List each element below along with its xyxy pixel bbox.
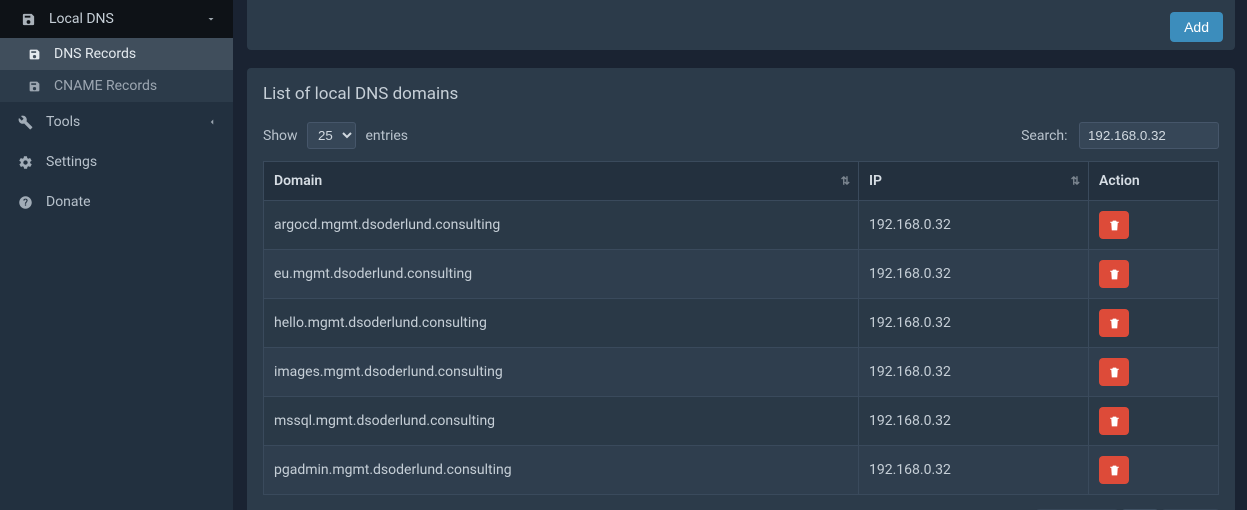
cell-ip: 192.168.0.32 (859, 299, 1089, 348)
sidebar-local-dns-label: Local DNS (49, 11, 205, 27)
search-label: Search: (1021, 128, 1067, 144)
cell-ip: 192.168.0.32 (859, 397, 1089, 446)
sidebar-subitem-label: CNAME Records (54, 78, 157, 94)
cell-domain: eu.mgmt.dsoderlund.consulting (264, 250, 859, 299)
trash-icon (1108, 268, 1121, 281)
cell-action (1089, 348, 1219, 397)
col-header-action-label: Action (1099, 173, 1140, 189)
save-icon (19, 12, 37, 27)
sidebar-donate-label: Donate (46, 194, 217, 210)
col-header-domain-label: Domain (274, 173, 322, 189)
cell-domain: pgadmin.mgmt.dsoderlund.consulting (264, 446, 859, 495)
cell-action (1089, 250, 1219, 299)
trash-icon (1108, 317, 1121, 330)
cell-domain: mssql.mgmt.dsoderlund.consulting (264, 397, 859, 446)
delete-button[interactable] (1099, 407, 1129, 435)
delete-button[interactable] (1099, 309, 1129, 337)
search-input[interactable] (1079, 122, 1219, 149)
length-control: Show 25 entries (263, 122, 408, 149)
save-icon (28, 80, 44, 93)
trash-icon (1108, 366, 1121, 379)
donate-icon (16, 195, 34, 210)
sidebar: Local DNS DNS Records CNAME Records Tool… (0, 0, 233, 510)
top-toolbar-card: Add (247, 0, 1235, 50)
trash-icon (1108, 415, 1121, 428)
chevron-left-icon (207, 117, 217, 127)
sort-icon: ⇅ (841, 175, 850, 188)
table-row: eu.mgmt.dsoderlund.consulting192.168.0.3… (264, 250, 1219, 299)
delete-button[interactable] (1099, 260, 1129, 288)
tools-icon (16, 115, 34, 130)
cell-domain: hello.mgmt.dsoderlund.consulting (264, 299, 859, 348)
save-icon (28, 48, 44, 61)
table-controls: Show 25 entries Search: (263, 122, 1219, 149)
dns-list-card: List of local DNS domains Show 25 entrie… (247, 68, 1235, 510)
sidebar-item-settings[interactable]: Settings (0, 142, 233, 182)
dns-table: Domain ⇅ IP ⇅ Action argocd.mgmt.dsoderl… (263, 161, 1219, 495)
sidebar-tools-label: Tools (46, 114, 207, 130)
sidebar-subitem-label: DNS Records (54, 46, 136, 62)
delete-button[interactable] (1099, 211, 1129, 239)
show-suffix: entries (366, 128, 409, 144)
sidebar-submenu-local-dns: DNS Records CNAME Records (0, 38, 233, 102)
add-button[interactable]: Add (1170, 12, 1223, 42)
sidebar-subitem-cname-records[interactable]: CNAME Records (0, 70, 233, 102)
sort-icon: ⇅ (1071, 175, 1080, 188)
gear-icon (16, 155, 34, 170)
search-control: Search: (1021, 122, 1219, 149)
table-row: hello.mgmt.dsoderlund.consulting192.168.… (264, 299, 1219, 348)
table-row: pgadmin.mgmt.dsoderlund.consulting192.16… (264, 446, 1219, 495)
table-row: argocd.mgmt.dsoderlund.consulting192.168… (264, 201, 1219, 250)
cell-action (1089, 201, 1219, 250)
cell-action (1089, 446, 1219, 495)
delete-button[interactable] (1099, 456, 1129, 484)
cell-action (1089, 397, 1219, 446)
chevron-down-icon (205, 13, 217, 25)
col-header-action: Action (1089, 162, 1219, 201)
cell-ip: 192.168.0.32 (859, 250, 1089, 299)
cell-domain: images.mgmt.dsoderlund.consulting (264, 348, 859, 397)
cell-ip: 192.168.0.32 (859, 446, 1089, 495)
table-row: mssql.mgmt.dsoderlund.consulting192.168.… (264, 397, 1219, 446)
sidebar-item-local-dns[interactable]: Local DNS (0, 0, 233, 38)
col-header-domain[interactable]: Domain ⇅ (264, 162, 859, 201)
sidebar-item-tools[interactable]: Tools (0, 102, 233, 142)
col-header-ip-label: IP (869, 173, 882, 189)
sidebar-settings-label: Settings (46, 154, 217, 170)
trash-icon (1108, 464, 1121, 477)
cell-action (1089, 299, 1219, 348)
entries-select[interactable]: 25 (307, 122, 356, 149)
card-title: List of local DNS domains (263, 84, 1219, 104)
sidebar-subitem-dns-records[interactable]: DNS Records (0, 38, 233, 70)
main-content: Add List of local DNS domains Show 25 en… (233, 0, 1247, 510)
table-row: images.mgmt.dsoderlund.consulting192.168… (264, 348, 1219, 397)
trash-icon (1108, 219, 1121, 232)
show-prefix: Show (263, 128, 298, 144)
col-header-ip[interactable]: IP ⇅ (859, 162, 1089, 201)
cell-ip: 192.168.0.32 (859, 348, 1089, 397)
cell-ip: 192.168.0.32 (859, 201, 1089, 250)
cell-domain: argocd.mgmt.dsoderlund.consulting (264, 201, 859, 250)
delete-button[interactable] (1099, 358, 1129, 386)
sidebar-item-donate[interactable]: Donate (0, 182, 233, 222)
